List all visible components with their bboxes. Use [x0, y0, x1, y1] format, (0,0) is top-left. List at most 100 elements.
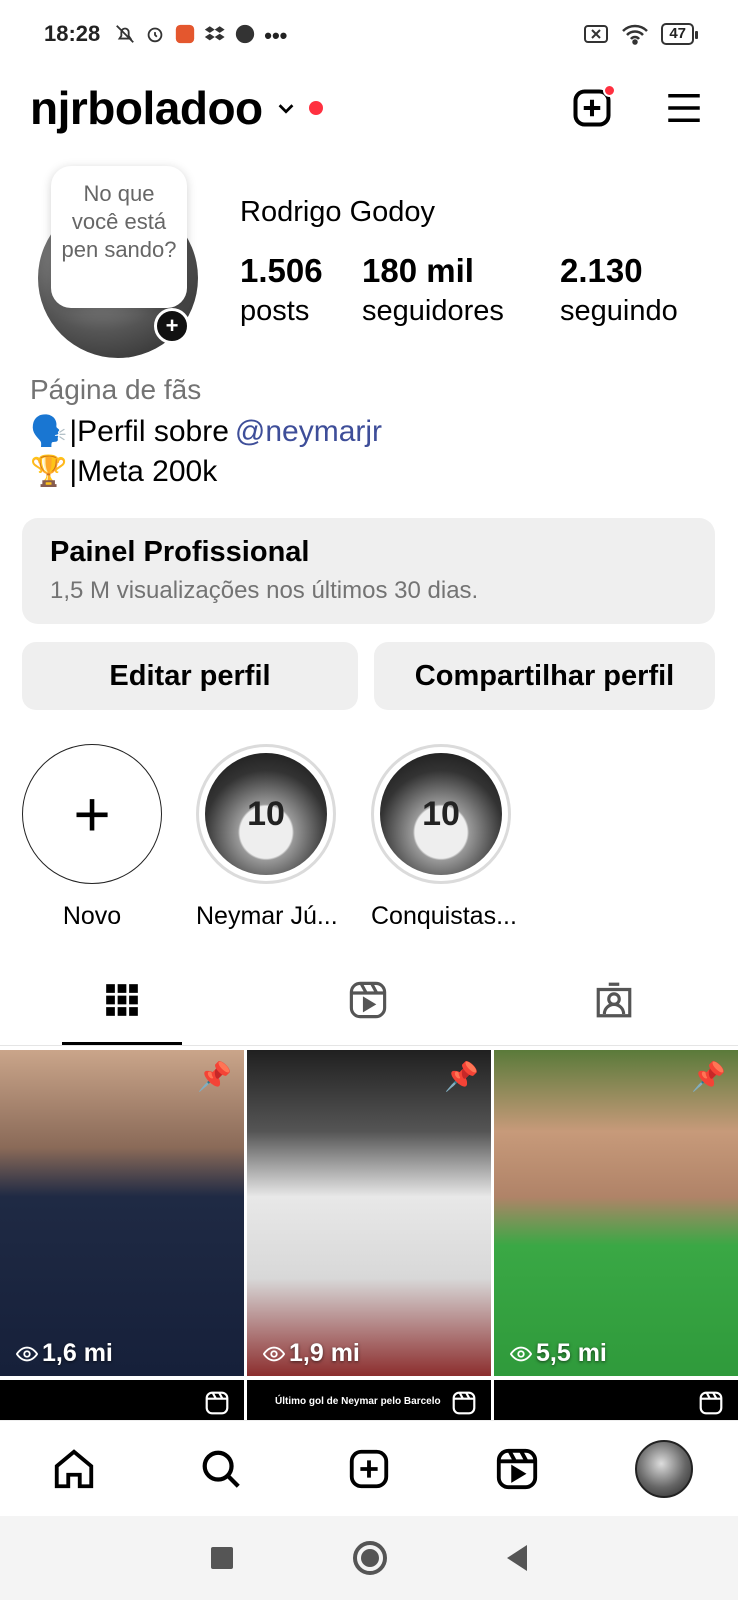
- stat-value: 180 mil: [362, 252, 474, 289]
- chevron-down-icon[interactable]: [275, 97, 297, 119]
- sphere-icon: [236, 24, 255, 44]
- wifi-icon: [622, 24, 649, 45]
- alarm-icon: [147, 27, 163, 43]
- nav-reels[interactable]: [487, 1439, 547, 1499]
- post-tile[interactable]: [494, 1380, 738, 1420]
- tab-tagged[interactable]: [590, 976, 638, 1024]
- no-sim-icon: [584, 25, 609, 43]
- home-icon: [54, 1448, 93, 1488]
- dropbox-icon: [205, 26, 225, 41]
- nav-search[interactable]: [191, 1439, 251, 1499]
- pin-icon: 📌: [444, 1061, 479, 1092]
- post-tile[interactable]: [0, 1380, 244, 1420]
- bio-text: |Meta 200k: [69, 454, 218, 488]
- stat-label: seguindo: [560, 295, 678, 327]
- post-views: 5,5 mi: [510, 1339, 607, 1368]
- avatar[interactable]: [635, 1439, 694, 1498]
- profile-category: Página de fãs: [30, 374, 202, 405]
- menu-button[interactable]: [660, 84, 708, 132]
- note-bubble[interactable]: No que você está pen sando?: [51, 166, 187, 308]
- stat-label: seguidores: [362, 295, 504, 327]
- bio-line-2: 🏆 |Meta 200k: [30, 454, 217, 489]
- bell-off-icon: [116, 25, 135, 43]
- views-count: 1,9 mi: [289, 1339, 360, 1367]
- highlight-label: Neymar Jú...: [196, 902, 338, 930]
- bio-line-1: 🗣️ |Perfil sobre @neymarjr: [30, 414, 382, 449]
- stat-following[interactable]: 2.130 seguindo: [560, 252, 678, 332]
- reels-icon: [205, 1391, 229, 1415]
- stat-posts[interactable]: 1.506 posts: [240, 252, 323, 332]
- stat-value: 2.130: [560, 252, 643, 289]
- username[interactable]: njrboladoo: [30, 81, 263, 135]
- back-icon[interactable]: [507, 1545, 527, 1571]
- add-story-plus-icon[interactable]: +: [154, 308, 190, 344]
- share-profile-button[interactable]: Compartilhar perfil: [374, 642, 715, 710]
- stat-label: posts: [240, 295, 310, 327]
- jersey-10-image: 10: [380, 753, 502, 875]
- posts-grid: 📌 1,6 mi 📌 1,9 mi 📌 5,5 mi Último gol de…: [0, 1050, 738, 1420]
- highlight-label: Novo: [62, 902, 122, 930]
- post-tile[interactable]: Último gol de Neymar pelo Barcelo: [247, 1380, 491, 1420]
- eye-icon: [263, 1346, 285, 1361]
- nav-create[interactable]: [339, 1439, 399, 1499]
- status-right: 47: [583, 23, 698, 45]
- tab-reels[interactable]: [344, 976, 392, 1024]
- plus-icon[interactable]: +: [22, 744, 162, 884]
- bio-text: |Perfil sobre: [69, 414, 229, 448]
- full-name: Rodrigo Godoy: [240, 196, 436, 228]
- app-notification-icon: [176, 24, 195, 44]
- highlight-cover[interactable]: 10: [196, 744, 336, 884]
- professional-dashboard[interactable]: Painel Profissional 1,5 M visualizações …: [22, 518, 715, 624]
- reels-icon: [699, 1391, 723, 1415]
- reels-icon: [496, 1448, 537, 1489]
- status-time: 18:28: [44, 21, 101, 46]
- stat-followers[interactable]: 180 mil seguidores: [362, 252, 504, 332]
- eye-icon: [16, 1346, 38, 1361]
- post-tile[interactable]: 📌 1,6 mi: [0, 1050, 244, 1376]
- nav-home[interactable]: [44, 1439, 104, 1499]
- speaking-head-icon: 🗣️: [30, 415, 68, 448]
- post-tile[interactable]: 📌 5,5 mi: [494, 1050, 738, 1376]
- pin-icon: 📌: [197, 1061, 232, 1092]
- post-views: 1,6 mi: [16, 1339, 113, 1368]
- status-bar: 18:28 ••• 47: [0, 0, 738, 68]
- recent-apps-icon[interactable]: [211, 1547, 233, 1569]
- plus-square-icon: [349, 1449, 389, 1488]
- eye-icon: [510, 1346, 532, 1361]
- edit-profile-button[interactable]: Editar perfil: [22, 642, 358, 710]
- stat-value: 1.506: [240, 252, 323, 289]
- create-notification-dot: [603, 84, 616, 97]
- highlight-label: Conquistas...: [371, 902, 517, 930]
- nav-profile[interactable]: [634, 1439, 694, 1499]
- bottom-navigation: [0, 1420, 738, 1516]
- status-icons: •••: [114, 23, 288, 48]
- highlight-new[interactable]: + Novo: [22, 744, 162, 931]
- panel-title: Painel Profissional: [50, 536, 310, 568]
- post-views: 1,9 mi: [263, 1339, 360, 1368]
- bio-mention-link[interactable]: @neymarjr: [235, 415, 382, 449]
- system-navigation-bar: [0, 1516, 738, 1600]
- more-dots-icon: •••: [264, 23, 288, 48]
- grid-icon: [106, 984, 138, 1016]
- highlight-cover[interactable]: 10: [371, 744, 511, 884]
- views-count: 1,6 mi: [42, 1339, 113, 1367]
- trophy-icon: 🏆: [30, 455, 68, 488]
- pin-icon: 📌: [691, 1061, 726, 1092]
- panel-subtitle: 1,5 M visualizações nos últimos 30 dias.: [50, 577, 479, 604]
- post-tile[interactable]: 📌 1,9 mi: [247, 1050, 491, 1376]
- highlight-neymar[interactable]: 10 Neymar Jú...: [196, 744, 338, 931]
- profile-avatar-area[interactable]: No que você está pen sando? +: [38, 166, 198, 358]
- reels-icon: [452, 1391, 476, 1415]
- create-button[interactable]: [568, 84, 616, 132]
- jersey-10-image: 10: [205, 753, 327, 875]
- reels-icon: [349, 981, 387, 1019]
- post-caption: Último gol de Neymar pelo Barcelo: [275, 1396, 441, 1407]
- home-system-icon[interactable]: [353, 1541, 387, 1575]
- divider: [0, 1045, 738, 1046]
- tab-grid[interactable]: [98, 976, 146, 1024]
- hamburger-menu-icon: [668, 94, 700, 122]
- search-icon: [202, 1450, 241, 1488]
- tagged-person-icon: [596, 982, 632, 1018]
- highlight-conquistas[interactable]: 10 Conquistas...: [371, 744, 517, 931]
- views-count: 5,5 mi: [536, 1339, 607, 1367]
